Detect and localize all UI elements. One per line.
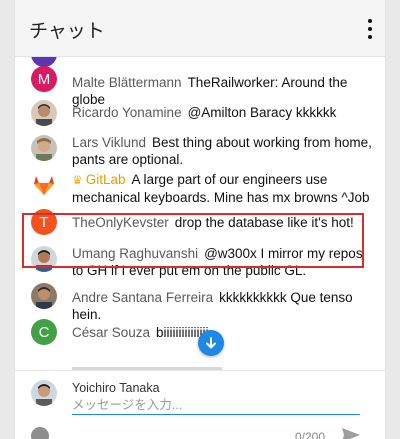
message-item-partial — [72, 360, 272, 370]
message-body: TheOnlyKevster drop the database like it'… — [72, 214, 372, 231]
sender-name[interactable]: Ricardo Yonamine — [72, 105, 182, 120]
gitlab-logo-icon — [31, 172, 57, 198]
sender-name[interactable]: GitLab — [86, 172, 126, 187]
send-icon — [342, 428, 360, 439]
avatar — [31, 135, 57, 161]
sender-name[interactable]: Malte Blättermann — [72, 75, 182, 90]
sender-name[interactable]: Lars Viklund — [72, 135, 146, 150]
message-input[interactable] — [72, 396, 360, 415]
char-counter: 0/200 — [295, 430, 326, 439]
avatar-letter: M — [37, 70, 51, 88]
message-body: Andre Santana Ferreira kkkkkkkkkk Que ten… — [72, 289, 372, 323]
avatar — [31, 283, 57, 309]
message-list[interactable]: M Malte Blättermann TheRailworker: Around… — [15, 57, 385, 370]
current-user-name: Yoichiro Tanaka — [72, 381, 160, 395]
scroll-to-bottom-button[interactable] — [198, 330, 224, 356]
avatar-letter: T — [39, 213, 49, 231]
sender-name[interactable]: César Souza — [72, 325, 150, 340]
send-button[interactable] — [341, 427, 361, 439]
avatar: M — [31, 66, 57, 92]
message-body: Ricardo Yonamine @Amilton Baracy kkkkkk — [72, 104, 372, 121]
avatar — [31, 246, 57, 272]
avatar: T — [31, 209, 57, 235]
message-composer: Yoichiro Tanaka 0/200 — [15, 370, 385, 439]
message-body: Malte Blättermann TheRailworker: Around t… — [72, 74, 372, 108]
chat-title: チャット — [29, 21, 105, 42]
message-text: drop the database like it's hot! — [174, 215, 354, 230]
emoji-icon[interactable] — [31, 427, 49, 439]
chat-panel: チャット M Malte Blättermann TheRailworker: A… — [15, 0, 385, 439]
message-body: ♛ GitLab A large part of our engineers use… — [72, 171, 372, 206]
sender-name[interactable]: Umang Raghuvanshi — [72, 246, 198, 261]
sender-name[interactable]: Andre Santana Ferreira — [72, 290, 213, 305]
arrow-down-icon — [206, 337, 216, 349]
sender-name[interactable]: TheOnlyKevster — [72, 215, 169, 230]
crown-icon: ♛ — [72, 173, 83, 187]
message-body: Umang Raghuvanshi @w300x I mirror my repo… — [72, 245, 372, 279]
avatar — [31, 380, 57, 406]
more-vert-icon[interactable] — [367, 19, 373, 39]
chat-header: チャット — [15, 0, 385, 57]
message-text: @Amilton Baracy kkkkkk — [187, 105, 337, 120]
avatar-letter: C — [38, 323, 50, 341]
avatar — [31, 100, 57, 126]
avatar: C — [31, 319, 57, 345]
message-body: Lars Viklund Best thing about working fro… — [72, 134, 372, 168]
